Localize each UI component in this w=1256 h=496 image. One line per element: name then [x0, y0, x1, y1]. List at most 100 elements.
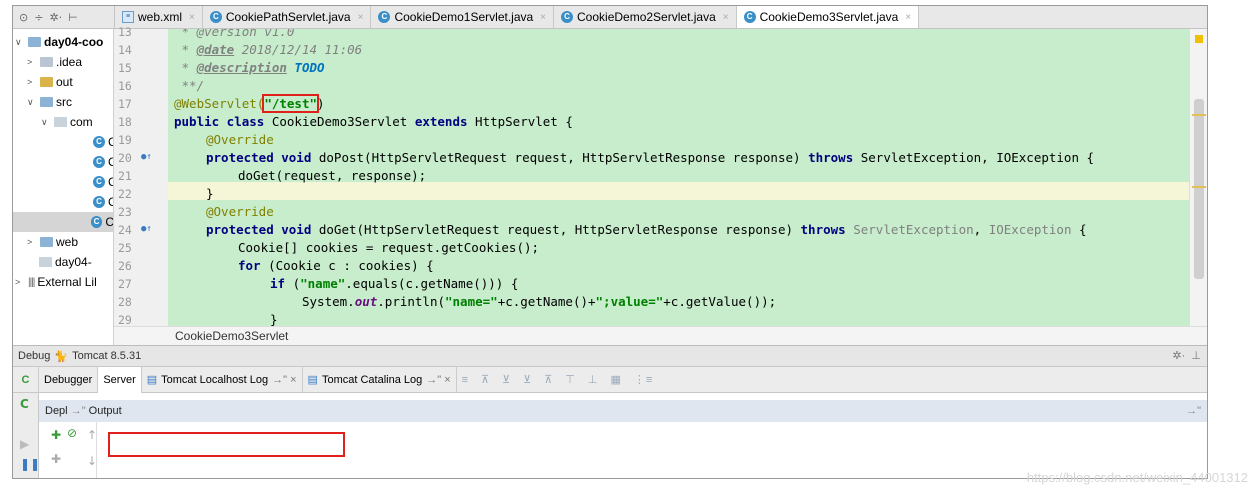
check-icon[interactable]: ⊘: [67, 426, 77, 440]
project-toolbar: ⊙ ÷ ✲· ⊢: [13, 6, 115, 28]
library-icon: ||||: [28, 276, 35, 288]
deploy-icon[interactable]: ✚: [51, 428, 61, 442]
tree-item-external-libraries[interactable]: > |||| External Lil: [15, 272, 97, 292]
override-method-icon[interactable]: ●↑: [141, 152, 152, 162]
scroll-marker[interactable]: [1192, 186, 1206, 188]
code-editor[interactable]: * @version v1.0 * @date 2018/12/14 11:06…: [168, 29, 1189, 326]
tree-item-com[interactable]: ∨ com: [41, 112, 93, 132]
chevron-down-icon[interactable]: ∨: [27, 97, 37, 108]
step-into-icon[interactable]: ⊻: [502, 373, 511, 386]
editor-scrollbar[interactable]: [1189, 29, 1207, 326]
tree-item-web[interactable]: > web: [27, 232, 78, 252]
close-icon[interactable]: ×: [723, 12, 729, 23]
code-line: **/: [174, 78, 205, 93]
code-line: protected void doPost(HttpServletRequest…: [206, 150, 1095, 165]
java-class-icon: C: [93, 196, 105, 208]
close-icon[interactable]: →" ×: [426, 374, 450, 386]
chevron-right-icon[interactable]: >: [27, 77, 37, 87]
tab-cookiepathservlet[interactable]: C CookiePathServlet.java ×: [203, 6, 372, 28]
override-method-icon[interactable]: ●↑: [141, 224, 152, 234]
close-icon[interactable]: ×: [358, 12, 364, 23]
code-line: * @date 2018/12/14 11:06: [174, 42, 363, 57]
pause-icon[interactable]: ❚❚: [20, 457, 40, 471]
editor-tab-bar: ⊙ ÷ ✲· ⊢ ≡ web.xml × C CookiePathServlet.ja…: [13, 6, 1207, 29]
scroll-marker[interactable]: [1192, 114, 1206, 116]
chevron-right-icon[interactable]: >: [27, 237, 37, 247]
tab-cookiedemo1servlet[interactable]: C CookieDemo1Servlet.java ×: [371, 6, 555, 28]
chevron-down-icon[interactable]: ∨: [15, 37, 25, 48]
folder-icon: [40, 237, 53, 247]
breadcrumb[interactable]: CookieDemo3Servlet: [114, 326, 1207, 345]
tab-debugger[interactable]: Debugger: [39, 366, 99, 393]
tree-item-class[interactable]: CC: [93, 192, 113, 212]
code-line: public class CookieDemo3Servlet extends …: [174, 114, 573, 129]
code-line: Cookie[] cookies = request.getCookies();: [238, 240, 540, 255]
line-number-gutter: 13 14 15 16 17 18 19 20 21 22 23 24 25 2…: [114, 25, 168, 345]
run-config-name[interactable]: Tomcat 8.5.31: [72, 350, 141, 362]
resume-icon[interactable]: ▶: [20, 437, 29, 451]
tree-item-root[interactable]: ∨ day04-coo: [15, 32, 103, 52]
tree-item-idea[interactable]: > .idea: [27, 52, 82, 72]
gear-icon[interactable]: ✲·: [49, 11, 62, 24]
tab-catalina-log[interactable]: ▤ Tomcat Catalina Log →" ×: [303, 366, 457, 393]
chevron-right-icon[interactable]: >: [15, 277, 25, 287]
deployment-label[interactable]: Depl: [45, 405, 68, 417]
settings-icon[interactable]: ✲· ⊥: [1172, 349, 1201, 362]
tab-cookiedemo3servlet[interactable]: C CookieDemo3Servlet.java ×: [736, 6, 920, 28]
line-number: 16: [118, 79, 132, 93]
close-icon[interactable]: ×: [540, 12, 546, 23]
tab-server[interactable]: Server: [98, 366, 142, 393]
step-over-icon[interactable]: ⊼: [481, 373, 490, 386]
rerun-icon[interactable]: C: [13, 366, 39, 393]
tab-cookiedemo2servlet[interactable]: C CookieDemo2Servlet.java ×: [554, 6, 737, 28]
tree-item-iml[interactable]: day04-: [39, 252, 92, 272]
close-icon[interactable]: ×: [905, 12, 911, 23]
restart-icon[interactable]: C: [20, 397, 29, 411]
evaluate-icon[interactable]: ▦: [610, 373, 621, 386]
debug-side-toolbar: C ▶ ❚❚: [13, 393, 40, 478]
frames-icon[interactable]: ≡: [462, 374, 469, 386]
hide-icon[interactable]: ⊢: [68, 11, 78, 24]
line-number: 22: [118, 187, 132, 201]
java-class-icon: C: [93, 176, 105, 188]
code-line: @Override: [206, 132, 274, 147]
close-icon[interactable]: →" ×: [272, 374, 296, 386]
java-class-icon: C: [90, 216, 103, 228]
undeploy-icon[interactable]: ✚: [51, 452, 61, 466]
debug-tabs: C Debugger Server ▤ Tomcat Localhost Log →…: [13, 366, 1207, 393]
tree-item-class[interactable]: CC: [93, 132, 113, 152]
pin-icon[interactable]: →": [1186, 400, 1201, 422]
up-arrow-icon[interactable]: ↑: [87, 428, 97, 442]
tree-item-class-selected[interactable]: CC: [13, 212, 113, 232]
folder-icon: [40, 57, 53, 67]
target-icon[interactable]: ⊙: [19, 11, 28, 24]
chevron-right-icon[interactable]: >: [27, 57, 37, 67]
highlighted-url-pattern: "/test": [262, 94, 319, 113]
project-tree: ∨ day04-coo > .idea > out ∨ src ∨ com CC CC C…: [13, 29, 114, 345]
force-step-into-icon[interactable]: ⊻: [523, 373, 532, 386]
server-output-header: Depl →" Output →": [39, 400, 1207, 422]
collapse-icon[interactable]: ÷: [34, 11, 43, 24]
scrollbar-thumb[interactable]: [1194, 99, 1204, 279]
tree-item-src[interactable]: ∨ src: [27, 92, 72, 112]
tree-item-out[interactable]: > out: [27, 72, 73, 92]
deployment-toolbar: ✚ ⊘ ↑ ✚ ↓: [39, 422, 97, 478]
debug-step-toolbar[interactable]: ≡ ⊼ ⊻ ⊻ ⊼ ⊤ ⊥ ▦ ⋮≡: [457, 367, 659, 393]
watermark: https://blog.csdn.net/weixin_44001312: [1026, 470, 1248, 485]
pin-icon[interactable]: →": [71, 405, 89, 417]
tree-item-class[interactable]: CC: [93, 172, 113, 192]
java-class-icon: C: [209, 11, 222, 23]
step-out-icon[interactable]: ⊼: [544, 373, 553, 386]
chevron-down-icon[interactable]: ∨: [41, 117, 51, 128]
line-number: 24: [118, 223, 132, 237]
trace-icon[interactable]: ⋮≡: [634, 373, 653, 386]
inspection-status-icon[interactable]: [1195, 35, 1203, 43]
tree-item-class[interactable]: CC: [93, 152, 113, 172]
close-icon[interactable]: ×: [189, 12, 195, 23]
code-line: * @description TODO: [174, 60, 325, 75]
drop-frame-icon[interactable]: ⊤: [565, 373, 576, 386]
run-to-cursor-icon[interactable]: ⊥: [588, 373, 599, 386]
down-arrow-icon[interactable]: ↓: [87, 454, 97, 468]
code-line: doGet(request, response);: [238, 168, 427, 183]
tab-localhost-log[interactable]: ▤ Tomcat Localhost Log →" ×: [142, 366, 303, 393]
